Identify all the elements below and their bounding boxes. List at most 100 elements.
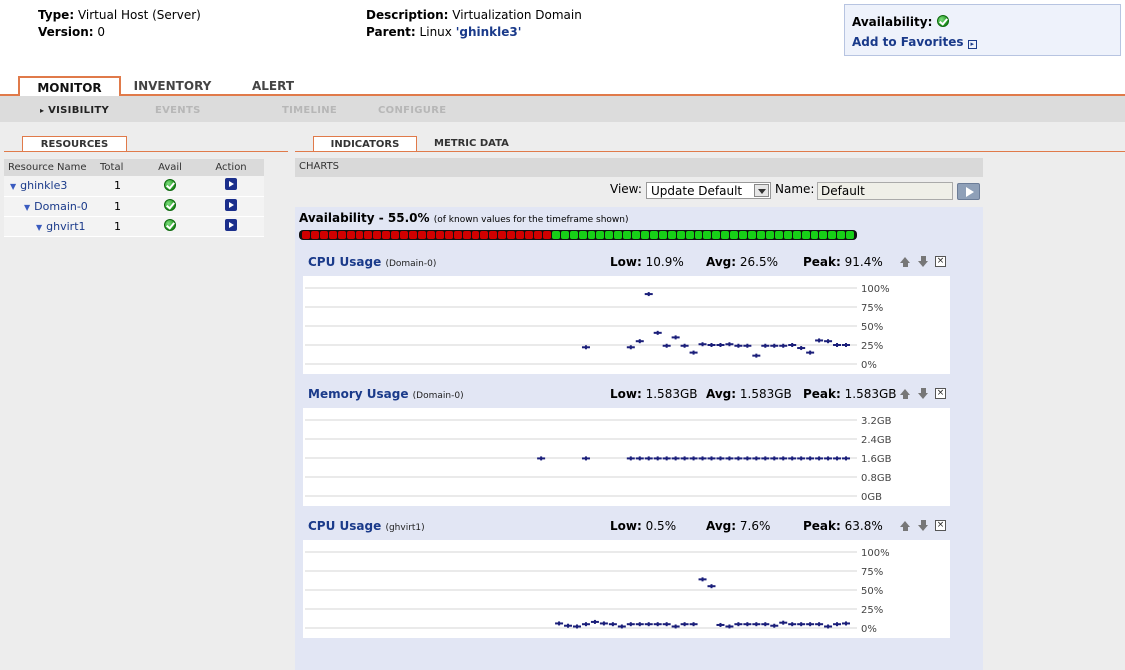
data-point[interactable] (537, 456, 546, 461)
data-point[interactable] (806, 622, 815, 627)
data-point[interactable] (626, 345, 635, 350)
data-point[interactable] (761, 456, 770, 461)
data-point[interactable] (743, 456, 752, 461)
tree-collapse-icon[interactable]: ▼ (10, 182, 16, 191)
data-point[interactable] (599, 621, 608, 626)
data-point[interactable] (833, 343, 842, 347)
data-point[interactable] (716, 343, 725, 347)
tree-collapse-icon[interactable]: ▼ (36, 223, 42, 232)
data-point[interactable] (689, 622, 698, 627)
data-point[interactable] (581, 456, 590, 461)
move-up-icon[interactable] (900, 388, 911, 399)
data-point[interactable] (824, 456, 833, 461)
data-point[interactable] (653, 456, 662, 461)
data-point[interactable] (662, 622, 671, 627)
data-point[interactable] (698, 456, 707, 461)
data-point[interactable] (797, 622, 806, 627)
data-point[interactable] (752, 353, 761, 358)
subtab-configure[interactable]: CONFIGURE (378, 105, 446, 116)
data-point[interactable] (797, 346, 806, 351)
data-point[interactable] (743, 622, 752, 627)
data-point[interactable] (707, 456, 716, 461)
data-point[interactable] (779, 343, 788, 348)
data-point[interactable] (555, 621, 564, 626)
data-point[interactable] (608, 622, 617, 627)
data-point[interactable] (770, 456, 779, 461)
data-point[interactable] (833, 622, 842, 627)
data-point[interactable] (788, 456, 797, 461)
data-point[interactable] (815, 622, 824, 627)
data-point[interactable] (743, 343, 752, 348)
data-point[interactable] (698, 342, 707, 347)
play-icon[interactable] (225, 218, 237, 231)
data-point[interactable] (707, 343, 716, 347)
name-input[interactable]: Default (817, 182, 953, 200)
data-point[interactable] (590, 619, 599, 624)
subtab-timeline[interactable]: TIMELINE (282, 105, 337, 116)
resource-link-ghinkle3[interactable]: ghinkle3 (20, 179, 67, 192)
data-point[interactable] (689, 350, 698, 355)
data-point[interactable] (833, 456, 842, 461)
chevron-down-icon[interactable] (754, 184, 769, 197)
chart-title-link[interactable]: CPU Usage (308, 255, 381, 269)
data-point[interactable] (779, 456, 788, 461)
data-point[interactable] (788, 622, 797, 627)
view-select[interactable]: Update Default (646, 182, 771, 199)
data-point[interactable] (626, 456, 635, 461)
tab-inventory[interactable]: INVENTORY (125, 76, 220, 96)
data-point[interactable] (842, 343, 850, 347)
data-point[interactable] (581, 622, 590, 627)
data-point[interactable] (761, 343, 770, 348)
play-icon[interactable] (225, 198, 237, 211)
tab-monitor[interactable]: MONITOR (18, 76, 121, 96)
data-point[interactable] (734, 343, 743, 348)
tab-alert[interactable]: ALERT (238, 76, 308, 96)
data-point[interactable] (689, 456, 698, 461)
data-point[interactable] (653, 622, 662, 627)
data-point[interactable] (680, 456, 689, 461)
data-point[interactable] (806, 456, 815, 461)
play-icon[interactable] (225, 178, 237, 191)
move-down-icon[interactable] (918, 520, 929, 531)
data-point[interactable] (788, 343, 797, 347)
data-point[interactable] (644, 456, 653, 461)
data-point[interactable] (770, 343, 779, 348)
subtab-events[interactable]: EVENTS (155, 105, 201, 116)
data-point[interactable] (734, 622, 743, 627)
data-point[interactable] (770, 623, 779, 628)
data-point[interactable] (644, 292, 653, 297)
data-point[interactable] (653, 330, 662, 335)
data-point[interactable] (716, 622, 725, 627)
data-point[interactable] (635, 339, 644, 344)
subtab-visibility[interactable]: ▸ VISIBILITY (40, 105, 109, 116)
tab-metric-data[interactable]: METRIC DATA (434, 138, 509, 149)
data-point[interactable] (716, 456, 725, 461)
data-point[interactable] (734, 456, 743, 461)
tab-indicators[interactable]: INDICATORS (313, 136, 417, 152)
move-down-icon[interactable] (918, 256, 929, 267)
data-point[interactable] (725, 456, 734, 461)
move-up-icon[interactable] (900, 256, 911, 267)
data-point[interactable] (626, 622, 635, 627)
move-up-icon[interactable] (900, 520, 911, 531)
data-point[interactable] (662, 456, 671, 461)
go-button[interactable] (957, 183, 980, 200)
data-point[interactable] (779, 620, 788, 625)
data-point[interactable] (707, 584, 716, 589)
data-point[interactable] (824, 339, 833, 344)
move-down-icon[interactable] (918, 388, 929, 399)
add-to-favorites-link[interactable]: Add to Favorites ▸ (852, 35, 977, 49)
data-point[interactable] (752, 456, 761, 461)
data-point[interactable] (680, 343, 689, 348)
data-point[interactable] (680, 622, 689, 627)
resource-link-ghvirt1[interactable]: ghvirt1 (46, 220, 85, 233)
data-point[interactable] (671, 335, 680, 340)
data-point[interactable] (842, 456, 850, 461)
data-point[interactable] (564, 623, 573, 628)
data-point[interactable] (842, 621, 850, 626)
close-icon[interactable]: × (935, 520, 946, 531)
data-point[interactable] (815, 456, 824, 461)
resource-link-domain-0[interactable]: Domain-0 (34, 200, 88, 213)
close-icon[interactable]: × (935, 388, 946, 399)
data-point[interactable] (698, 577, 707, 582)
